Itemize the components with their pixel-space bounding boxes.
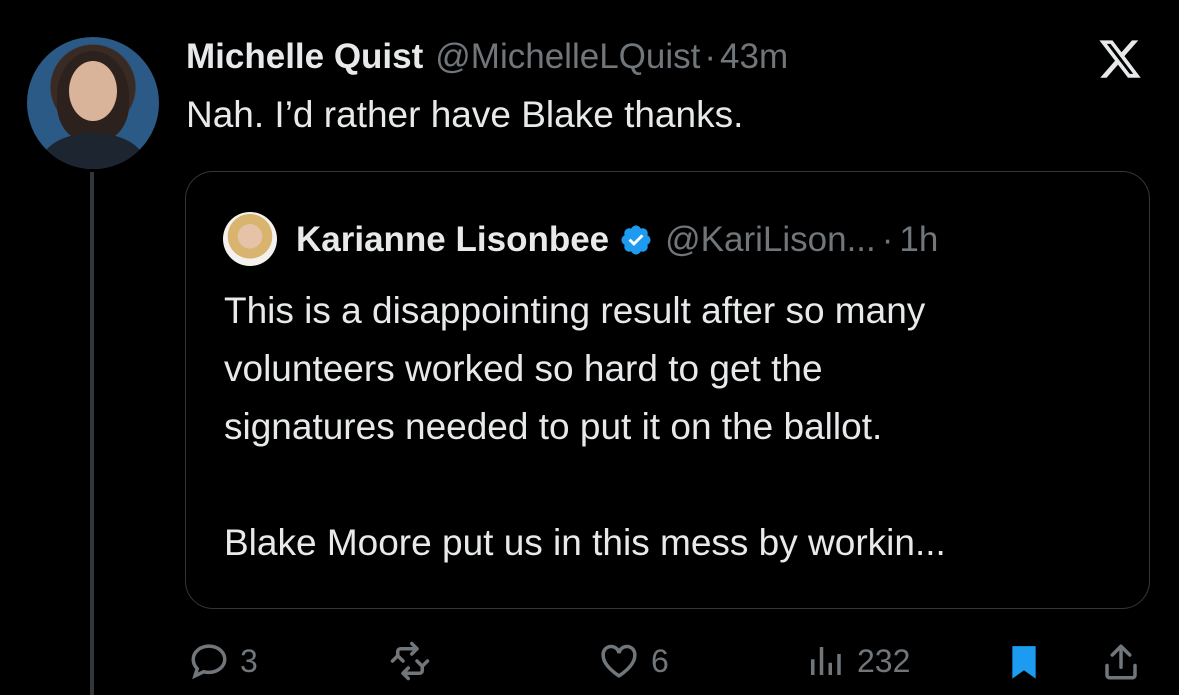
tweet-time[interactable]: 43m <box>720 37 788 77</box>
like-icon <box>601 644 637 678</box>
separator-dot: · <box>704 37 717 76</box>
reply-button[interactable]: 3 <box>188 640 258 682</box>
retweet-button[interactable] <box>386 640 434 682</box>
quoted-tweet-time[interactable]: 1h <box>899 220 938 260</box>
tweet-text: Nah. I’d rather have Blake thanks. <box>186 94 744 135</box>
separator-dot: · <box>881 220 894 259</box>
bookmark-button[interactable] <box>1004 640 1044 684</box>
views-count: 232 <box>857 642 911 679</box>
thread-line <box>90 172 94 695</box>
quoted-text-line: Blake Moore put us in this mess by worki… <box>224 522 946 563</box>
quoted-author-avatar[interactable] <box>223 212 277 266</box>
verified-badge-icon <box>621 225 651 255</box>
quoted-text-line: volunteers worked so hard to get the <box>224 348 823 389</box>
share-icon <box>1105 644 1137 680</box>
retweet-icon <box>390 641 430 681</box>
action-bar: 3 6 232 <box>0 630 1179 690</box>
views-icon <box>811 647 841 675</box>
quoted-tweet-header: Karianne Lisonbee @KariLison... · 1h <box>296 216 938 264</box>
quoted-text-line: signatures needed to put it on the ballo… <box>224 406 883 447</box>
quoted-author-name[interactable]: Karianne Lisonbee <box>296 220 609 260</box>
like-button[interactable]: 6 <box>597 640 669 682</box>
reply-count: 3 <box>240 642 258 679</box>
quoted-author-handle[interactable]: @KariLison... <box>665 220 876 260</box>
like-count: 6 <box>651 642 669 679</box>
share-button[interactable] <box>1100 640 1142 684</box>
author-name[interactable]: Michelle Quist <box>186 37 423 77</box>
views-button[interactable]: 232 <box>803 640 910 682</box>
x-logo-icon <box>1099 40 1141 78</box>
quoted-text-line: This is a disappointing result after so … <box>224 290 926 331</box>
author-handle[interactable]: @MichelleLQuist <box>435 37 700 77</box>
bookmark-icon <box>1012 646 1036 679</box>
quoted-tweet-card[interactable]: Karianne Lisonbee @KariLison... · 1h Thi… <box>185 171 1150 609</box>
author-avatar[interactable] <box>27 37 159 169</box>
reply-icon <box>191 644 227 680</box>
tweet-header: Michelle Quist @MichelleLQuist · 43m <box>186 34 788 80</box>
